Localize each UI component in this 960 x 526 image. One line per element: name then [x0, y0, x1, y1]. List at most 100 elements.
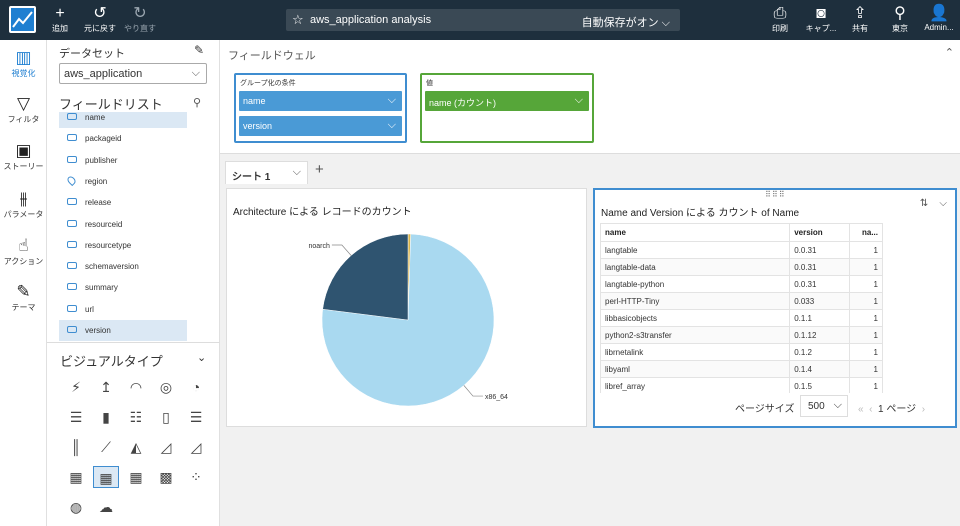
analysis-title[interactable]: aws_application analysis — [310, 14, 431, 26]
sheet-tab[interactable]: シート 1 ⌵ — [225, 161, 308, 184]
pie-slice-noarch[interactable] — [322, 233, 409, 321]
field-item-publisher[interactable]: publisher — [59, 150, 187, 171]
expand-icon[interactable]: ⇅ — [920, 198, 928, 209]
stacked-column-icon[interactable]: ▯ — [153, 406, 179, 428]
dataset-select[interactable]: aws_application ⌵ — [59, 63, 207, 84]
column-header[interactable]: name — [600, 223, 791, 242]
kpi-icon[interactable]: ↥ — [93, 376, 119, 398]
nav-visualize[interactable]: ▥ 視覚化 — [0, 48, 47, 79]
pie-chart-visual[interactable]: Architecture による レコードのカウント noarch x86_64 — [226, 188, 587, 427]
table-row[interactable]: libref_array 0.1.5 1 — [600, 377, 883, 393]
add-button[interactable]: + 追加 — [50, 5, 70, 34]
print-button[interactable]: ⎙ 印刷 — [770, 5, 790, 34]
donut-icon[interactable]: ◎ — [153, 376, 179, 398]
redo-button[interactable]: ↻ やり直す — [122, 5, 158, 34]
field-item-packageid[interactable]: packageid — [59, 128, 187, 149]
drag-handle[interactable]: ⠿⠿⠿ — [765, 190, 786, 199]
table-icon[interactable]: ▦ — [93, 466, 119, 488]
analysis-title-bar[interactable]: ☆ aws_application analysis 自動保存がオン ⌵ — [286, 9, 680, 31]
combo-icon[interactable]: ◿ — [153, 436, 179, 458]
search-icon[interactable]: ⚲ — [193, 96, 201, 109]
undo-icon: ↺ — [93, 5, 107, 22]
line-icon[interactable]: ⟋ — [93, 436, 119, 458]
page-size-select[interactable]: 500 ⌵ — [800, 395, 848, 417]
field-item-resourceid[interactable]: resourceid — [59, 214, 187, 235]
field-item-region[interactable]: region — [59, 171, 187, 192]
stacked-bar-icon[interactable]: ☷ — [123, 406, 149, 428]
heatmap-icon[interactable]: ▦ — [63, 466, 89, 488]
group-by-well[interactable]: グループ化の条件 name ⌵ version ⌵ — [234, 73, 407, 143]
table-visual[interactable]: ⠿⠿⠿ ⇅ ⌵ Name and Version による カウント of Nam… — [593, 188, 957, 428]
percent-column-icon[interactable]: ║ — [63, 436, 89, 458]
pie-icon[interactable]: ◔ — [183, 376, 209, 398]
nav-story[interactable]: ▣ ストーリー — [0, 141, 47, 172]
table-cell: perl-HTTP-Tiny — [600, 292, 791, 310]
text-field-icon — [67, 262, 77, 270]
chevron-down-icon[interactable]: ⌵ — [293, 166, 301, 179]
slice-label-x86_64: x86_64 — [485, 394, 508, 401]
pivot-icon[interactable]: ▦ — [123, 466, 149, 488]
combo-line-icon[interactable]: ◿ — [183, 436, 209, 458]
value-well[interactable]: 値 name (カウント) ⌵ — [420, 73, 594, 143]
column-header[interactable]: na... — [849, 223, 883, 242]
add-sheet-button[interactable]: + — [315, 161, 324, 178]
chevron-down-icon: ⌵ — [661, 17, 670, 29]
map-icon[interactable]: ◍ — [63, 496, 89, 518]
top-bar: + 追加 ↺ 元に戻す ↻ やり直す ☆ aws_application ana… — [0, 0, 960, 40]
percent-bar-icon[interactable]: ☰ — [183, 406, 209, 428]
capture-button[interactable]: ◙ キャプ... — [803, 5, 839, 34]
field-item-summary[interactable]: summary — [59, 277, 187, 298]
value-pill[interactable]: name (カウント) ⌵ — [425, 91, 589, 111]
field-item-name[interactable]: name — [59, 112, 187, 128]
text-field-icon — [67, 219, 77, 227]
nav-parameters[interactable]: ⫵ パラメータ — [0, 189, 47, 220]
field-item-schemaversion[interactable]: schemaversion — [59, 256, 187, 277]
collapse-icon[interactable]: ⌄ — [197, 351, 206, 364]
treemap-icon[interactable]: ▩ — [153, 466, 179, 488]
table-row[interactable]: langtable-python 0.0.31 1 — [600, 275, 883, 293]
table-row[interactable]: libbasicobjects 0.1.1 1 — [600, 309, 883, 327]
autograph-icon[interactable]: ⚡ — [63, 376, 89, 398]
nav-actions[interactable]: ☝ アクション — [0, 236, 47, 267]
field-item-resourcetype[interactable]: resourcetype — [59, 235, 187, 256]
field-item-release[interactable]: release — [59, 192, 187, 213]
group-pill-version[interactable]: version ⌵ — [239, 116, 402, 136]
collapse-field-well-icon[interactable]: ⌃ — [945, 46, 954, 59]
nav-filter[interactable]: ▽ フィルタ — [0, 94, 47, 125]
text-field-icon — [67, 113, 77, 120]
location-pin-icon: ⚲ — [894, 5, 906, 22]
table-row[interactable]: langtable 0.0.31 1 — [600, 241, 883, 259]
first-page-icon[interactable]: « — [858, 404, 864, 415]
star-icon[interactable]: ☆ — [292, 12, 304, 28]
horizontal-bar-icon[interactable]: ☰ — [63, 406, 89, 428]
table-row[interactable]: libyaml 0.1.4 1 — [600, 360, 883, 378]
share-button[interactable]: ⇪ 共有 — [850, 5, 870, 34]
nav-theme[interactable]: ✎ テーマ — [0, 282, 47, 313]
scatter-icon[interactable]: ⁘ — [183, 466, 209, 488]
group-pill-name[interactable]: name ⌵ — [239, 91, 402, 111]
quicksight-logo[interactable] — [9, 6, 36, 33]
column-header[interactable]: version — [789, 223, 851, 242]
table-row[interactable]: python2-s3transfer 0.1.12 1 — [600, 326, 883, 344]
edit-dataset-icon[interactable]: ✎ — [194, 43, 204, 57]
table-row[interactable]: langtable-data 0.0.31 1 — [600, 258, 883, 276]
area-icon[interactable]: ◭ — [123, 436, 149, 458]
user-menu[interactable]: 👤 Admin... — [922, 5, 956, 32]
field-item-version[interactable]: version — [59, 320, 187, 341]
word-cloud-icon[interactable]: ☁ — [93, 496, 119, 518]
next-page-icon[interactable]: › — [922, 404, 925, 415]
autosave-toggle[interactable]: 自動保存がオン ⌵ — [582, 14, 670, 30]
gauge-icon[interactable]: ◠ — [123, 376, 149, 398]
table-row[interactable]: librnetalink 0.1.2 1 — [600, 343, 883, 361]
field-well: フィールドウェル ⌃ グループ化の条件 name ⌵ version ⌵ 値 n… — [220, 40, 960, 154]
undo-button[interactable]: ↺ 元に戻す — [82, 5, 118, 34]
field-item-url[interactable]: url — [59, 299, 187, 320]
table-cell: langtable-python — [600, 275, 791, 293]
table-row[interactable]: perl-HTTP-Tiny 0.033 1 — [600, 292, 883, 310]
text-field-icon — [67, 198, 77, 206]
share-icon: ⇪ — [853, 5, 867, 22]
chevron-down-icon[interactable]: ⌵ — [939, 198, 947, 209]
vertical-bar-icon[interactable]: ▮ — [93, 406, 119, 428]
region-button[interactable]: ⚲ 東京 — [890, 5, 910, 34]
prev-page-icon[interactable]: ‹ — [869, 404, 872, 415]
